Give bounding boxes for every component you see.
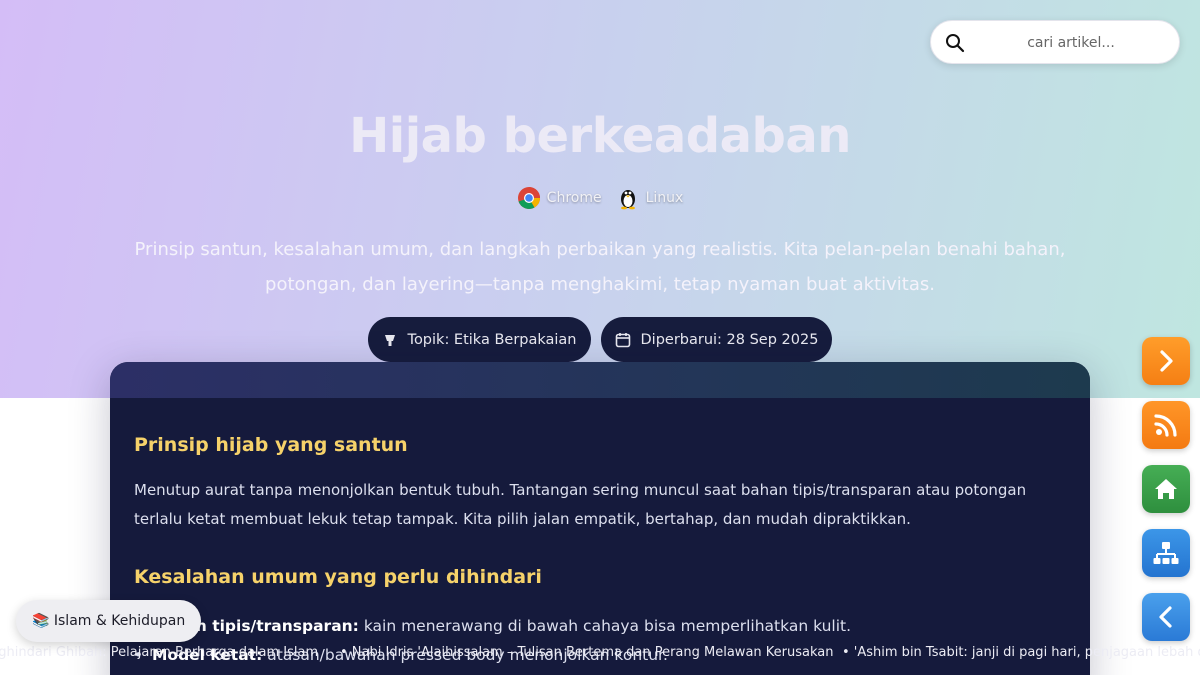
sitemap-icon <box>1153 542 1179 564</box>
sitemap-button[interactable] <box>1142 529 1190 577</box>
search-input[interactable] <box>971 29 1171 57</box>
category-badge[interactable]: 📚 Islam & Kehidupan <box>16 600 202 642</box>
updated-pill: Diperbarui: 28 Sep 2025 <box>600 317 833 362</box>
section-title-principles: Prinsip hijab yang santun <box>134 434 408 456</box>
platform-linux: Linux <box>616 186 684 210</box>
search-icon <box>946 34 965 53</box>
list-item: Bahan tipis/transparan: kain menerawang … <box>134 612 1064 641</box>
rss-button[interactable] <box>1142 401 1190 449</box>
category-badge-label: 📚 Islam & Kehidupan <box>32 613 186 629</box>
home-icon <box>1155 479 1177 499</box>
rss-icon <box>1154 414 1177 437</box>
topic-pill[interactable]: Topik: Etika Berpakaian <box>367 317 591 362</box>
chevron-left-icon <box>1159 606 1172 628</box>
home-button[interactable] <box>1142 465 1190 513</box>
platform-chrome: Chrome <box>517 186 602 210</box>
page-subtitle: Prinsip santun, kesalahan umum, dan lang… <box>134 239 1066 295</box>
section-title-mistakes: Kesalahan umum yang perlu dihindari <box>134 566 542 588</box>
calendar-icon <box>615 332 630 347</box>
meta-pills: Topik: Etika Berpakaian Diperbarui: 28 S… <box>0 317 1200 362</box>
article-card: Prinsip hijab yang santun Menutup aurat … <box>110 362 1090 675</box>
ticker-item[interactable]: • Nabi Idris 'Alaihissalam – Tulisan Ber… <box>340 645 834 660</box>
ticker-item[interactable]: nghindari Ghibah: Pelajaran Berharga dal… <box>0 645 318 660</box>
chrome-icon <box>517 187 540 209</box>
updated-label: Diperbarui: 28 Sep 2025 <box>640 331 819 348</box>
platform-tags: Chrome Linux <box>0 186 1200 210</box>
topic-label: Topik: Etika Berpakaian <box>407 331 577 348</box>
back-button[interactable] <box>1142 593 1190 641</box>
search-box[interactable] <box>930 20 1180 64</box>
chevron-right-icon <box>1160 350 1173 372</box>
news-ticker: nghindari Ghibah: Pelajaran Berharga dal… <box>0 642 1200 664</box>
hanger-icon <box>384 334 395 346</box>
platform-label-linux: Linux <box>645 190 684 206</box>
section-body-principles: Menutup aurat tanpa menonjolkan bentuk t… <box>134 481 1027 528</box>
ticker-item[interactable]: • 'Ashim bin Tsabit: janji di pagi hari,… <box>842 645 1200 660</box>
next-button[interactable] <box>1142 337 1190 385</box>
list-item-text: kain menerawang di bawah cahaya bisa mem… <box>358 617 852 635</box>
page-title: Hijab berkeadaban <box>349 108 851 164</box>
linux-tux-icon <box>620 190 635 210</box>
platform-label-chrome: Chrome <box>546 190 602 206</box>
